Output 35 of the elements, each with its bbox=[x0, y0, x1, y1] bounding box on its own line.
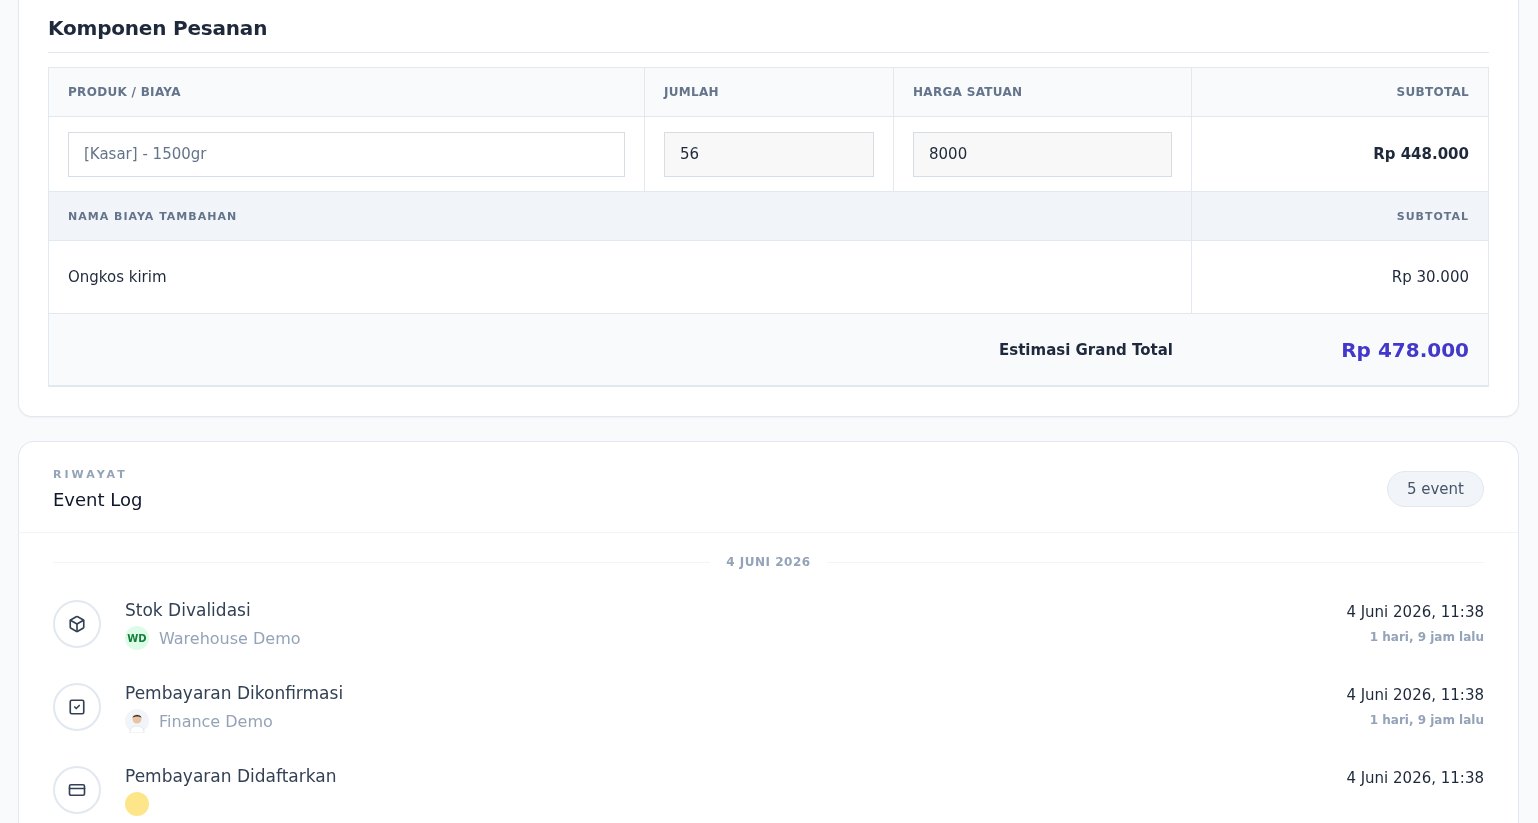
quantity-field[interactable]: 56 bbox=[664, 131, 874, 177]
event-time: 4 Juni 2026, 11:38 bbox=[1346, 686, 1484, 704]
checkbox-icon bbox=[53, 683, 101, 731]
grand-total: Rp 478.000 bbox=[1341, 337, 1469, 362]
fee-name: Ongkos kirim bbox=[68, 268, 167, 286]
avatar: WD bbox=[125, 626, 149, 650]
column-header: JUMLAH bbox=[664, 85, 719, 99]
event-time: 4 Juni 2026, 11:38 bbox=[1346, 769, 1484, 787]
section-eyebrow: RIWAYAT bbox=[53, 468, 129, 481]
column-header: HARGA SATUAN bbox=[913, 85, 1023, 99]
relative-time: 1 hari, 9 jam lalu bbox=[1369, 630, 1484, 644]
column-header: PRODUK / BIAYA bbox=[68, 85, 181, 99]
actor-name: Finance Demo bbox=[159, 711, 273, 731]
box-icon bbox=[53, 600, 101, 648]
event-title: Stok Divalidasi bbox=[125, 600, 252, 620]
column-header: SUBTOTAL bbox=[1396, 85, 1469, 99]
price-field[interactable]: 8000 bbox=[913, 131, 1172, 177]
section-title: Event Log bbox=[53, 489, 143, 510]
relative-time: 1 hari, 9 jam lalu bbox=[1369, 713, 1484, 727]
column-header: SUBTOTAL bbox=[1396, 209, 1469, 223]
avatar bbox=[125, 792, 149, 816]
actor-name: Warehouse Demo bbox=[159, 628, 301, 648]
event-time: 4 Juni 2026, 11:38 bbox=[1346, 603, 1484, 621]
fee-value: Rp 30.000 bbox=[1391, 268, 1469, 286]
subtotal-value: Rp 448.000 bbox=[1373, 145, 1469, 163]
product-field[interactable]: [Kasar] - 1500gr bbox=[68, 131, 625, 177]
event-title: Pembayaran Dikonfirmasi bbox=[125, 683, 345, 703]
section-title: Komponen Pesanan bbox=[48, 12, 1489, 53]
event-title: Pembayaran Didaftarkan bbox=[125, 766, 338, 786]
total-label: Estimasi Grand Total bbox=[999, 340, 1173, 359]
date-separator: 4 JUNI 2026 bbox=[726, 555, 811, 569]
event-count-badge: 5 event bbox=[1386, 471, 1484, 507]
avatar bbox=[125, 709, 149, 733]
column-header: NAMA BIAYA TAMBAHAN bbox=[68, 209, 238, 223]
credit-card-icon bbox=[53, 766, 101, 814]
